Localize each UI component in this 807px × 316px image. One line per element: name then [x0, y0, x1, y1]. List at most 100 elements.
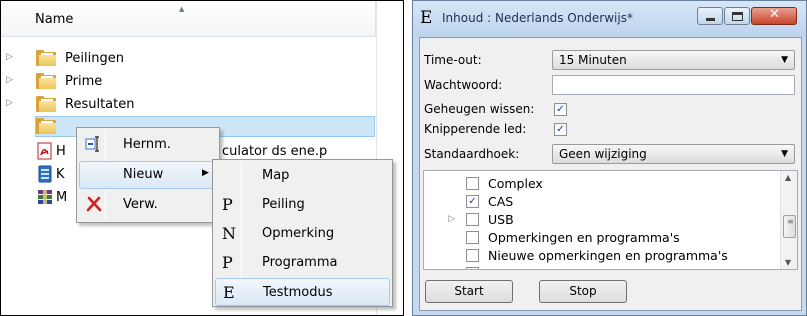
note-letter-icon: N [222, 224, 236, 243]
timeout-select[interactable]: 15 Minuten ▼ [552, 50, 795, 70]
tree-item-label: Resultaten [65, 97, 135, 112]
submenu-arrow-icon: ▶ [202, 168, 209, 178]
option-label: CAS [488, 194, 514, 209]
submenu-item-programma[interactable]: P Programma [215, 249, 390, 277]
document-file-icon [38, 165, 52, 183]
list-scrollbar[interactable]: ▲ ≡ ▼ [780, 171, 797, 269]
tree-item-resultaten[interactable]: ▷ Resultaten [1, 94, 376, 115]
scroll-down-icon[interactable]: ▼ [785, 258, 791, 267]
submenu-item-label: Opmerking [262, 226, 335, 241]
file-label-start: M [56, 190, 68, 205]
folder-icon [36, 96, 56, 112]
folder-icon [36, 73, 56, 89]
timeout-label: Time-out: [424, 53, 482, 67]
clear-memory-checkbox[interactable]: ✓ [554, 103, 567, 116]
tree-item-label: Prime [65, 74, 103, 89]
submenu-item-label: Programma [262, 255, 338, 270]
file-label-tail: culator ds ene.p [222, 144, 328, 159]
option-checkbox[interactable] [466, 231, 479, 244]
tree-item-peilingen[interactable]: ▷ Peilingen [1, 48, 376, 69]
submenu-item-opmerking[interactable]: N Opmerking [215, 220, 390, 248]
option-label: Complex [488, 176, 543, 191]
expand-arrow-icon[interactable]: ▷ [6, 98, 13, 108]
dialog-title-bar[interactable]: E Inhoud : Nederlands Onderwijs* ✕ [413, 1, 806, 37]
option-label: Opmerkingen en programma's [488, 230, 680, 245]
scroll-thumb[interactable]: ≡ [783, 215, 796, 238]
option-label: USB [488, 212, 514, 227]
menu-item-label: Nieuw [123, 167, 164, 182]
scroll-up-icon[interactable]: ▲ [785, 173, 791, 182]
submenu-item-map[interactable]: Map [215, 162, 390, 190]
option-usb[interactable]: ▷ USB [424, 211, 780, 229]
stop-button[interactable]: Stop [539, 280, 627, 303]
dialog-title: Inhoud : Nederlands Onderwijs* [442, 11, 633, 25]
menu-item-new[interactable]: Nieuw ▶ [79, 161, 217, 189]
app-icon: E [420, 8, 433, 28]
name-column-header[interactable]: ▲ Name [1, 1, 376, 37]
tree-item-prime[interactable]: ▷ Prime [1, 71, 376, 92]
option-checkbox[interactable] [466, 213, 479, 226]
timeout-value: 15 Minuten [559, 53, 627, 67]
close-button[interactable]: ✕ [751, 7, 797, 25]
program-letter-icon: P [222, 253, 233, 272]
option-checkbox[interactable] [466, 249, 479, 262]
default-angle-label: Standaardhoek: [424, 147, 520, 161]
pdf-file-icon [37, 142, 52, 160]
folder-icon [36, 50, 56, 66]
submenu-item-peiling[interactable]: P Peiling [215, 191, 390, 219]
expand-arrow-icon[interactable]: ▷ [6, 75, 13, 85]
option-checkbox[interactable]: ✓ [466, 195, 479, 208]
minimize-icon [706, 18, 715, 21]
delete-icon [86, 196, 102, 212]
close-icon: ✕ [769, 7, 780, 22]
blinking-led-checkbox[interactable]: ✓ [554, 123, 567, 136]
start-button[interactable]: Start [425, 280, 513, 303]
maximize-button[interactable] [724, 7, 750, 25]
minimize-button[interactable] [697, 7, 723, 25]
expand-arrow-icon[interactable]: ▷ [6, 52, 13, 62]
option-partial[interactable] [424, 265, 780, 269]
archive-file-icon [38, 190, 52, 204]
clear-memory-label: Geheugen wissen: [424, 102, 535, 116]
file-explorer-pane: ▲ Name ▷ Peilingen ▷ Prime ▷ Resultaten … [0, 0, 404, 316]
option-cas[interactable]: ✓ CAS [424, 193, 780, 211]
folder-icon [36, 118, 56, 134]
option-complex[interactable]: Complex [424, 175, 780, 193]
option-new-notes-programs[interactable]: Nieuwe opmerkingen en programma's [424, 247, 780, 265]
name-column-label: Name [35, 12, 74, 27]
sort-ascending-icon: ▲ [179, 5, 185, 13]
new-submenu: Map P Peiling N Opmerking P Programma E … [212, 159, 393, 307]
menu-item-delete[interactable]: Verw. [79, 191, 217, 219]
menu-item-label: Verw. [123, 197, 158, 212]
grip-icon: ≡ [787, 217, 794, 226]
poll-letter-icon: P [222, 195, 233, 214]
dialog-body: Time-out: 15 Minuten ▼ Wachtwoord: Geheu… [419, 37, 802, 311]
submenu-item-testmodus[interactable]: E Testmodus [215, 278, 390, 306]
rename-icon [85, 136, 99, 152]
menu-item-label: Hernm. [123, 137, 171, 152]
restrictions-list[interactable]: Complex ✓ CAS ▷ USB Opmerkingen en progr… [423, 170, 798, 270]
context-menu: Hernm. Nieuw ▶ Verw. [76, 127, 220, 223]
password-input[interactable] [552, 75, 795, 95]
default-angle-select[interactable]: Geen wijziging ▼ [552, 144, 795, 164]
expand-arrow-icon[interactable]: ▷ [448, 214, 455, 224]
password-label: Wachtwoord: [424, 78, 503, 92]
menu-item-rename[interactable]: Hernm. [79, 131, 217, 159]
option-checkbox[interactable] [466, 177, 479, 190]
option-label: Nieuwe opmerkingen en programma's [488, 248, 728, 263]
option-notes-programs[interactable]: Opmerkingen en programma's [424, 229, 780, 247]
default-angle-value: Geen wijziging [559, 147, 647, 161]
submenu-item-label: Map [262, 168, 290, 183]
dropdown-arrow-icon: ▼ [781, 149, 788, 159]
file-label-start: K [56, 167, 65, 182]
file-label-start: H [56, 144, 66, 159]
submenu-item-label: Testmodus [263, 285, 333, 300]
tree-item-label: Peilingen [65, 51, 124, 66]
exam-letter-icon: E [223, 283, 235, 302]
maximize-icon [732, 12, 743, 21]
dropdown-arrow-icon: ▼ [781, 55, 788, 65]
option-checkbox[interactable] [466, 267, 479, 269]
exam-mode-dialog: E Inhoud : Nederlands Onderwijs* ✕ Time-… [412, 0, 807, 316]
submenu-item-label: Peiling [262, 197, 305, 212]
blinking-led-label: Knipperende led: [424, 122, 527, 136]
